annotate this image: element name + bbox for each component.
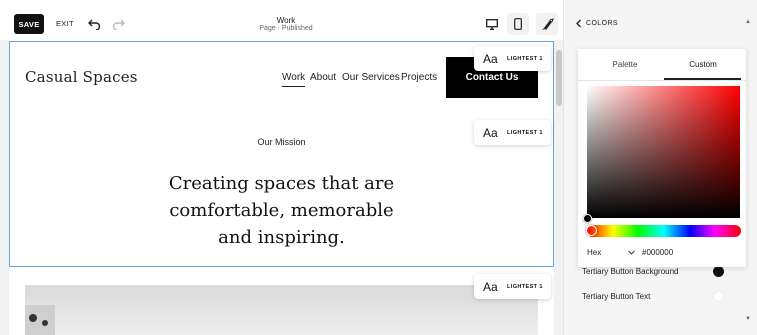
setting-tertiary-button-text[interactable]: Tertiary Button Text: [582, 292, 650, 301]
theme-badge-image-section[interactable]: Aa LIGHTEST 1: [474, 274, 551, 299]
paintbrush-icon[interactable]: [536, 13, 558, 35]
headline-line-2: comfortable, memorable: [169, 200, 394, 221]
font-style-icon: Aa: [483, 51, 498, 66]
color-swatch-dark[interactable]: [713, 266, 724, 277]
saturation-value-field[interactable]: [587, 86, 740, 218]
theme-label: LIGHTEST 1: [507, 283, 543, 290]
tab-custom[interactable]: Custom: [664, 60, 742, 69]
theme-label: LIGHTEST 1: [507, 129, 543, 136]
setting-tertiary-button-background[interactable]: Tertiary Button Background: [582, 267, 679, 276]
nav-link-projects[interactable]: Projects: [401, 72, 437, 83]
saturation-value-handle[interactable]: [583, 214, 592, 223]
panel-scroll-up-icon[interactable]: ▲: [745, 19, 751, 25]
colors-back-button[interactable]: COLORS: [575, 19, 618, 28]
color-format-value: Hex: [587, 248, 602, 257]
headline-line-1: Creating spaces that are: [168, 173, 395, 194]
hue-slider[interactable]: [587, 225, 741, 237]
canvas-scrollbar-thumb[interactable]: [556, 50, 562, 106]
panel-scroll-down-icon[interactable]: ▼: [745, 316, 751, 322]
font-style-icon: Aa: [483, 279, 498, 294]
mission-headline: Creating spaces that are comfortable, me…: [9, 170, 554, 251]
tab-palette[interactable]: Palette: [586, 60, 664, 69]
site-logo[interactable]: Casual Spaces: [25, 68, 138, 86]
headline-line-3: and inspiring.: [218, 227, 345, 248]
theme-badge-header[interactable]: Aa LIGHTEST 1: [474, 46, 551, 71]
tabs-divider: [578, 80, 746, 81]
mobile-view-icon[interactable]: [507, 13, 529, 35]
colors-back-label: COLORS: [586, 20, 618, 27]
color-swatch-light[interactable]: [713, 291, 724, 302]
theme-label: LIGHTEST 1: [507, 55, 543, 62]
nav-link-about[interactable]: About: [310, 72, 336, 83]
active-tab-indicator: [664, 78, 741, 80]
chevron-left-icon: [576, 19, 581, 28]
hue-slider-handle[interactable]: [586, 225, 597, 236]
nav-link-our-services[interactable]: Our Services: [342, 72, 400, 83]
desktop-view-icon[interactable]: [484, 16, 500, 32]
color-format-select[interactable]: Hex: [587, 248, 635, 257]
hex-input[interactable]: #000000: [642, 248, 673, 257]
mission-label: Our Mission: [257, 137, 306, 147]
chevron-down-icon: [628, 250, 635, 255]
hero-image[interactable]: [25, 285, 538, 335]
nav-link-work[interactable]: Work: [282, 72, 306, 87]
